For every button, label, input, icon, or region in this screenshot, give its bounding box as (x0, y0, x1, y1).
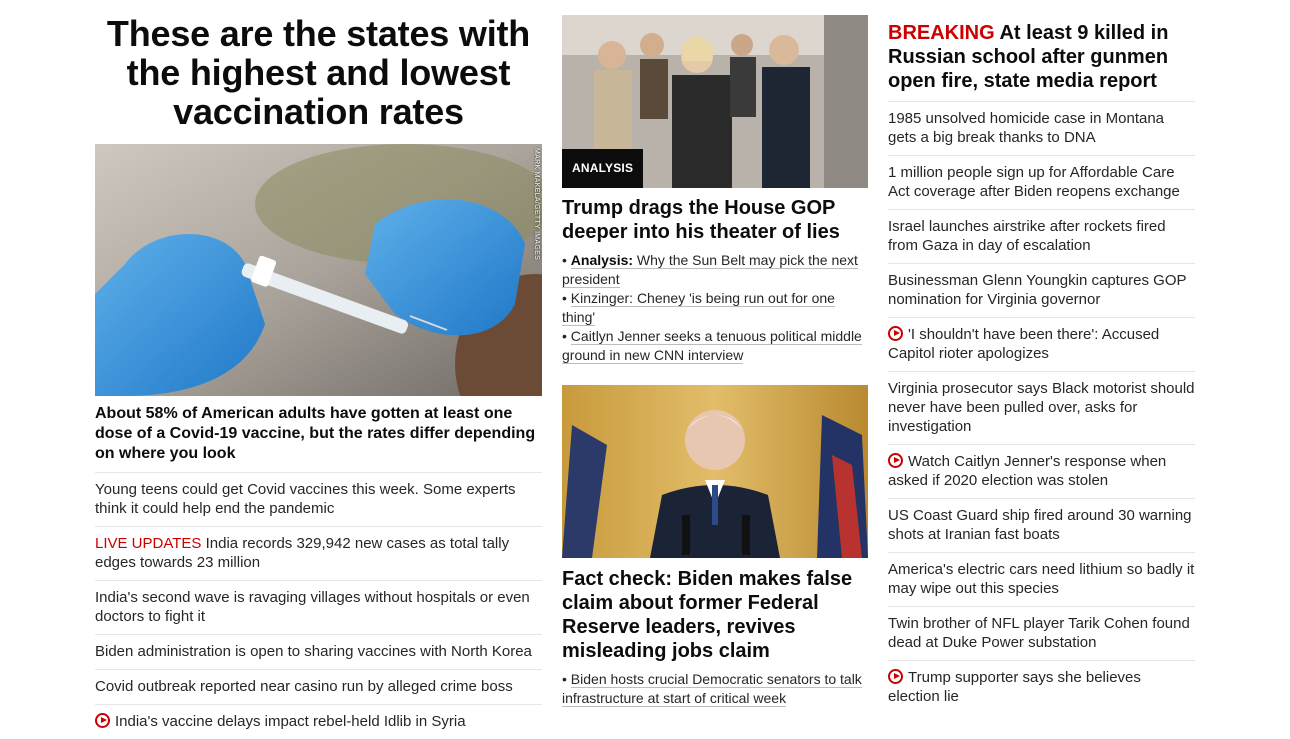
live-updates-tag[interactable]: LIVE UPDATES (95, 535, 201, 552)
list-item[interactable]: Twin brother of NFL player Tarik Cohen f… (888, 606, 1195, 660)
list-item[interactable]: 1985 unsolved homicide case in Montana g… (888, 101, 1195, 155)
breaking-headline[interactable]: BREAKING At least 9 killed in Russian sc… (888, 21, 1195, 93)
list-item-text[interactable]: Trump supporter says she believes electi… (888, 669, 1141, 705)
related-link-text[interactable]: Biden hosts crucial Democratic senators … (562, 671, 862, 707)
list-item-text[interactable]: 1 million people sign up for Affordable … (888, 164, 1180, 200)
list-item-text[interactable]: Israel launches airstrike after rockets … (888, 218, 1166, 254)
play-icon (95, 713, 110, 728)
vaccine-photo[interactable]: MARK MAKELA/GETTY IMAGES (95, 144, 542, 396)
breaking-tag: BREAKING (888, 22, 995, 44)
list-item-text[interactable]: India's second wave is ravaging villages… (95, 589, 530, 625)
list-item-text[interactable]: Twin brother of NFL player Tarik Cohen f… (888, 615, 1190, 651)
list-item[interactable]: Young teens could get Covid vaccines thi… (95, 472, 542, 526)
list-item-text[interactable]: Covid outbreak reported near casino run … (95, 678, 513, 695)
right-column: BREAKING At least 9 killed in Russian sc… (888, 0, 1195, 714)
list-item[interactable]: America's electric cars need lithium so … (888, 552, 1195, 606)
analysis-badge: ANALYSIS (562, 149, 644, 188)
list-item[interactable]: 1 million people sign up for Affordable … (888, 155, 1195, 209)
play-icon (888, 453, 903, 468)
list-item-text[interactable]: 'I shouldn't have been there': Accused C… (888, 326, 1159, 362)
list-item-text[interactable]: Virginia prosecutor says Black motorist … (888, 380, 1195, 435)
middle-column: ANALYSIS Trump drags the House GOP deepe… (562, 0, 868, 708)
list-item[interactable]: LIVE UPDATES India records 329,942 new c… (95, 526, 542, 580)
story1-headline[interactable]: Trump drags the House GOP deeper into hi… (562, 196, 868, 244)
related-link-text[interactable]: Caitlyn Jenner seeks a tenuous political… (562, 328, 862, 364)
story2-headline[interactable]: Fact check: Biden makes false claim abou… (562, 567, 868, 663)
homepage: These are the states with the highest an… (0, 0, 1290, 739)
left-column: These are the states with the highest an… (95, 0, 542, 739)
lead-subheadline[interactable]: About 58% of American adults have gotten… (95, 404, 542, 464)
list-item[interactable]: US Coast Guard ship fired around 30 warn… (888, 498, 1195, 552)
list-item[interactable]: Covid outbreak reported near casino run … (95, 669, 542, 704)
right-story-list: 1985 unsolved homicide case in Montana g… (888, 101, 1195, 714)
list-item-text[interactable]: Biden administration is open to sharing … (95, 643, 532, 660)
list-item-text[interactable]: US Coast Guard ship fired around 30 warn… (888, 507, 1192, 543)
list-item-text[interactable]: Businessman Glenn Youngkin captures GOP … (888, 272, 1186, 308)
related-link[interactable]: • Analysis: Why the Sun Belt may pick th… (562, 251, 868, 289)
related-link-text[interactable]: Kinzinger: Cheney 'is being run out for … (562, 290, 835, 326)
play-icon (888, 669, 903, 684)
play-icon (888, 326, 903, 341)
related-link[interactable]: • Biden hosts crucial Democratic senator… (562, 670, 868, 708)
list-item[interactable]: 'I shouldn't have been there': Accused C… (888, 317, 1195, 371)
related-link[interactable]: • Kinzinger: Cheney 'is being run out fo… (562, 289, 868, 327)
photo-credit: MARK MAKELA/GETTY IMAGES (533, 148, 540, 261)
list-item[interactable]: India's vaccine delays impact rebel-held… (95, 704, 542, 739)
list-item[interactable]: Biden administration is open to sharing … (95, 634, 542, 669)
list-item-text[interactable]: 1985 unsolved homicide case in Montana g… (888, 110, 1164, 146)
cheney-photo[interactable]: ANALYSIS (562, 15, 868, 188)
list-item[interactable]: Trump supporter says she believes electi… (888, 660, 1195, 714)
story2-bullets: • Biden hosts crucial Democratic senator… (562, 670, 868, 708)
list-item[interactable]: Virginia prosecutor says Black motorist … (888, 371, 1195, 444)
list-item-text[interactable]: Young teens could get Covid vaccines thi… (95, 481, 516, 517)
story1-bullets: • Analysis: Why the Sun Belt may pick th… (562, 251, 868, 365)
list-item[interactable]: Israel launches airstrike after rockets … (888, 209, 1195, 263)
lead-headline[interactable]: These are the states with the highest an… (95, 14, 542, 131)
list-item[interactable]: Watch Caitlyn Jenner's response when ask… (888, 444, 1195, 498)
left-story-list: Young teens could get Covid vaccines thi… (95, 472, 542, 739)
list-item[interactable]: Businessman Glenn Youngkin captures GOP … (888, 263, 1195, 317)
biden-photo[interactable] (562, 385, 868, 558)
list-item-text[interactable]: India's vaccine delays impact rebel-held… (115, 713, 466, 730)
analysis-label[interactable]: Analysis: (571, 252, 633, 268)
list-item[interactable]: India's second wave is ravaging villages… (95, 580, 542, 634)
list-item-text[interactable]: America's electric cars need lithium so … (888, 561, 1194, 597)
related-link[interactable]: • Caitlyn Jenner seeks a tenuous politic… (562, 327, 868, 365)
list-item-text[interactable]: Watch Caitlyn Jenner's response when ask… (888, 453, 1166, 489)
